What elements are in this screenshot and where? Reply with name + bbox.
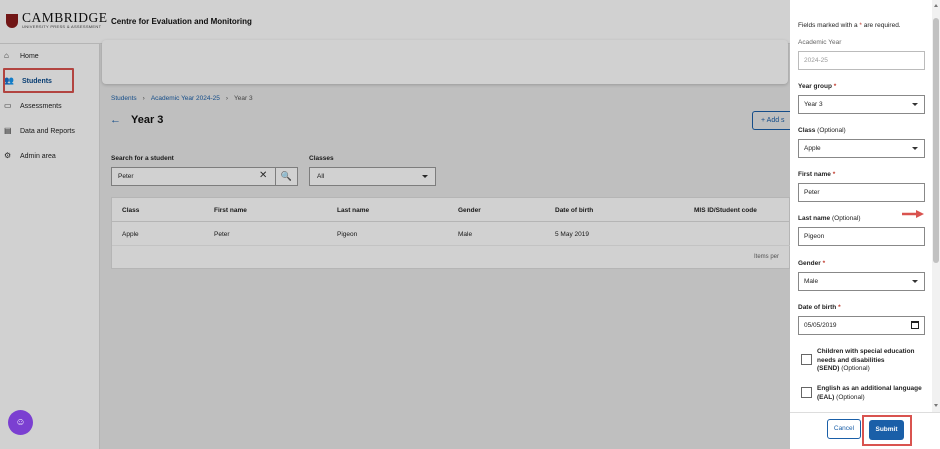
modal-overlay[interactable] <box>0 0 790 449</box>
chevron-down-icon <box>912 103 918 106</box>
class-label: Class (Optional) <box>798 127 846 134</box>
chat-icon: ☺ <box>15 417 26 428</box>
class-value: Apple <box>804 145 821 152</box>
class-select[interactable]: Apple <box>798 139 925 158</box>
eal-label: English as an additional language (EAL) (… <box>817 385 922 401</box>
scrollbar-thumb[interactable] <box>933 18 939 263</box>
scroll-up-icon[interactable] <box>934 4 938 7</box>
required-note: Fields marked with a * are required. <box>798 22 901 29</box>
date-of-birth-label: Date of birth * <box>798 304 841 311</box>
chat-button[interactable]: ☺ <box>8 410 33 435</box>
panel-footer: Cancel Submit <box>790 412 940 449</box>
date-of-birth-value: 05/05/2019 <box>804 322 837 329</box>
gender-select[interactable]: Male <box>798 272 925 291</box>
year-group-select[interactable]: Year 3 <box>798 95 925 114</box>
academic-year-label: Academic Year <box>798 39 842 46</box>
send-checkbox[interactable] <box>801 354 812 365</box>
first-name-field[interactable]: Peter <box>798 183 925 202</box>
gender-label: Gender * <box>798 260 826 267</box>
send-label: Children with special education needs an… <box>817 348 915 372</box>
academic-year-field: 2024-25 <box>798 51 925 70</box>
eal-checkbox[interactable] <box>801 387 812 398</box>
edit-student-panel: Fields marked with a * are required. Aca… <box>790 0 940 449</box>
gender-value: Male <box>804 278 819 285</box>
date-of-birth-field[interactable]: 05/05/2019 <box>798 316 925 335</box>
last-name-field[interactable]: Pigeon <box>798 227 925 246</box>
chevron-down-icon <box>912 280 918 283</box>
submit-button[interactable]: Submit <box>869 420 904 440</box>
annotation-arrow-icon <box>902 210 924 218</box>
calendar-icon[interactable] <box>911 321 919 329</box>
cancel-button[interactable]: Cancel <box>827 419 861 439</box>
first-name-label: First name * <box>798 171 836 178</box>
chevron-down-icon <box>912 147 918 150</box>
panel-scroll-area: Fields marked with a * are required. Aca… <box>790 0 930 412</box>
scroll-down-icon[interactable] <box>934 404 938 407</box>
year-group-value: Year 3 <box>804 101 823 108</box>
year-group-label: Year group * <box>798 83 837 90</box>
panel-scrollbar[interactable] <box>932 0 940 412</box>
last-name-label: Last name (Optional) <box>798 215 861 222</box>
